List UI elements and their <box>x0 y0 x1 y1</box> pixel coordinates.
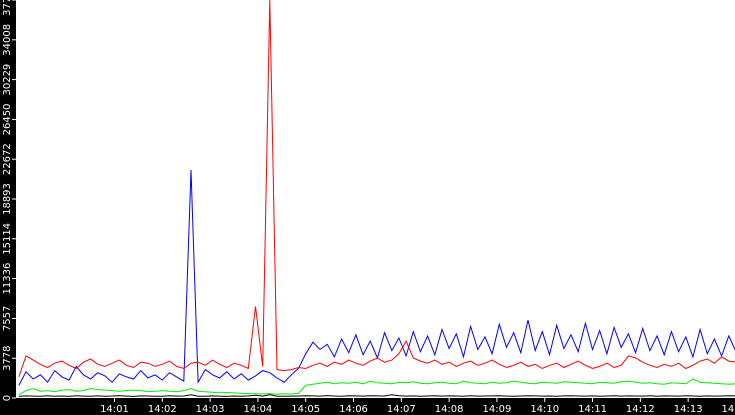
y-tick-label: 18893 <box>2 183 13 215</box>
x-tick-label: 14:11 <box>578 404 607 415</box>
x-tick-label: 14:06 <box>339 404 368 415</box>
x-tick-label: 14:01 <box>100 404 129 415</box>
x-tick-label: 14:14 <box>722 404 735 415</box>
x-tick-label: 14:08 <box>435 404 464 415</box>
x-tick-label: 14:10 <box>530 404 559 415</box>
x-tick-label: 14:07 <box>387 404 416 415</box>
y-tick-label: 37787 <box>2 0 13 16</box>
y-tick-label: 7557 <box>2 306 13 331</box>
y-tick-label: 34008 <box>2 24 13 56</box>
x-tick-label: 14:12 <box>626 404 655 415</box>
y-tick-label: 30229 <box>2 64 13 96</box>
y-tick-label: 22672 <box>2 143 13 175</box>
line-chart: 0 3778 7557 11336 15114 18893 22672 26450 30229 3… <box>0 0 735 415</box>
x-tick-label: 14:13 <box>674 404 703 415</box>
y-tick-label: 15114 <box>2 223 13 255</box>
y-tick-label: 3778 <box>2 345 13 370</box>
x-tick-label: 14:09 <box>483 404 512 415</box>
x-tick-label: 14:04 <box>243 404 272 415</box>
y-tick-label: 0 <box>2 395 13 401</box>
y-tick-label: 26450 <box>2 104 13 136</box>
x-tick-label: 14:05 <box>291 404 320 415</box>
y-tick-label: 11336 <box>2 263 13 295</box>
plot-area <box>16 0 735 398</box>
x-tick-label: 14:03 <box>196 404 225 415</box>
x-tick-label: 14:02 <box>148 404 177 415</box>
